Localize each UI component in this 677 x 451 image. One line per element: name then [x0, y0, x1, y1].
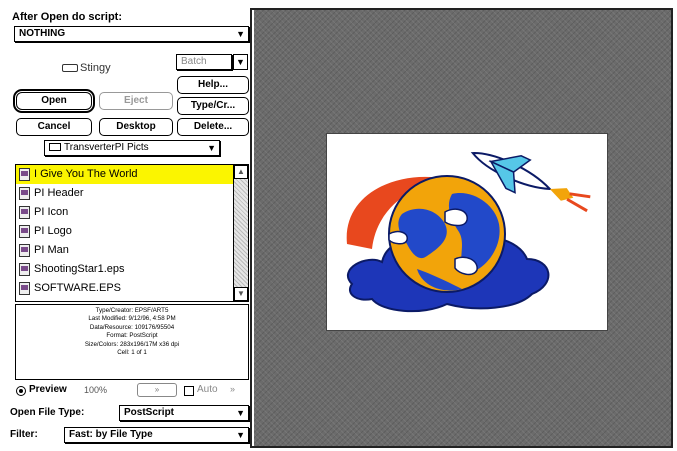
file-name: PI Man [34, 244, 69, 256]
file-list-item[interactable]: SOFTWARE.EPS [16, 279, 234, 298]
open-file-type-value: PostScript [124, 407, 175, 418]
after-open-script-popup[interactable]: NOTHING ▼ [14, 26, 249, 42]
file-list-item[interactable]: I Give You The World [16, 165, 234, 184]
info-last-modified: Last Modified: 9/12/96, 4:58 PM [88, 315, 176, 323]
volume-label: Stingy [80, 62, 111, 74]
open-button[interactable]: Open [13, 89, 95, 113]
globe-shuttle-illustration [346, 152, 591, 313]
file-list-item[interactable]: PI Icon [16, 203, 234, 222]
help-button[interactable]: Help... [177, 76, 249, 94]
pict-file-icon [19, 263, 30, 276]
pict-file-icon [19, 206, 30, 219]
preview-label: Preview [29, 384, 67, 395]
delete-button[interactable]: Delete... [177, 118, 249, 136]
auto-checkbox[interactable] [184, 386, 194, 396]
open-file-type-arrow-icon: ▼ [236, 408, 245, 418]
file-name: PI Header [34, 187, 84, 199]
file-name: ShootingStar1.eps [34, 263, 125, 275]
batch-label: Batch [181, 56, 207, 67]
file-list-item[interactable]: PI Header [16, 184, 234, 203]
zoom-value: 100% [84, 385, 108, 395]
type-creator-button[interactable]: Type/Cr... [177, 97, 249, 115]
desktop-button[interactable]: Desktop [99, 118, 173, 136]
folder-icon [49, 143, 61, 152]
file-list[interactable]: I Give You The World PI Header PI Icon P… [15, 164, 249, 302]
auto-label: Auto [197, 384, 218, 395]
popup-arrow-icon: ▼ [236, 29, 245, 39]
open-file-type-popup[interactable]: PostScript ▼ [119, 405, 249, 421]
info-type-creator: Type/Creator: EPSF/ART5 [95, 307, 169, 314]
after-open-label: After Open do script: [12, 11, 123, 23]
file-list-scrollbar[interactable]: ▲ ▼ [233, 165, 248, 301]
preview-radio[interactable] [16, 386, 26, 396]
filter-popup[interactable]: Fast: by File Type ▼ [64, 427, 249, 443]
eject-button[interactable]: Eject [99, 92, 173, 110]
auto-arrow-icon: » [230, 384, 236, 394]
after-open-value: NOTHING [19, 28, 66, 39]
filter-label: Filter: [10, 429, 38, 440]
folder-popup-arrow-icon: ▼ [207, 143, 216, 153]
batch-popup[interactable]: Batch [176, 54, 232, 70]
pict-file-icon [19, 244, 30, 257]
zoom-stepper[interactable]: » [137, 383, 177, 397]
open-dialog-panel: After Open do script: NOTHING ▼ Stingy B… [4, 8, 252, 448]
preview-image [326, 133, 608, 331]
preview-area [254, 10, 671, 446]
info-size-colors: Size/Colors: 283x196/17M x36 dpi [84, 340, 180, 348]
info-cell: Cell: 1 of 1 [117, 349, 147, 357]
volume-icon [62, 64, 78, 73]
folder-name: TransverterPI Picts [64, 142, 149, 153]
filter-value: Fast: by File Type [69, 429, 153, 440]
eps-file-icon [19, 282, 30, 295]
filter-arrow-icon: ▼ [236, 430, 245, 440]
pict-file-icon [19, 168, 30, 181]
info-data-resource: Data/Resource: 109176/95504 [89, 323, 175, 331]
file-name: I Give You The World [34, 168, 138, 180]
file-name: SOFTWARE.EPS [34, 282, 121, 294]
info-format: Format: PostScript [106, 332, 158, 340]
file-name: PI Icon [34, 206, 69, 218]
file-name: PI Logo [34, 225, 72, 237]
scroll-down-arrow-icon[interactable]: ▼ [234, 287, 248, 301]
scroll-up-arrow-icon[interactable]: ▲ [234, 165, 248, 179]
batch-dropdown-arrow-icon[interactable]: ▼ [233, 54, 248, 70]
file-info-box: Type/Creator: EPSF/ART5 Last Modified: 9… [15, 304, 249, 380]
pict-file-icon [19, 187, 30, 200]
pict-file-icon [19, 225, 30, 238]
folder-popup[interactable]: TransverterPI Picts ▼ [44, 140, 220, 156]
file-list-item[interactable]: ShootingStar1.eps [16, 260, 234, 279]
file-list-item[interactable]: PI Logo [16, 222, 234, 241]
cancel-button[interactable]: Cancel [16, 118, 92, 136]
file-list-item[interactable]: PI Man [16, 241, 234, 260]
volume-name: Stingy [62, 62, 111, 74]
open-file-type-label: Open File Type: [10, 407, 85, 418]
